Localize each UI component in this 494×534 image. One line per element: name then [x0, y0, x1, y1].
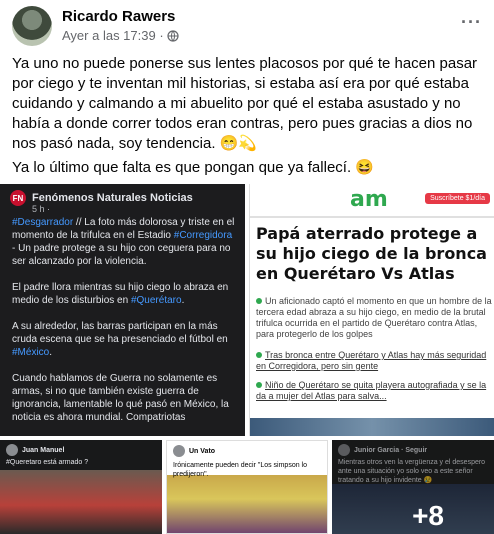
- body-text: .: [181, 295, 185, 306]
- bullet-text: Un aficionado captó el momento en que un…: [256, 296, 492, 339]
- subscribe-button: Suscríbete $1/día: [425, 193, 490, 204]
- bullet-link: Tras bronca entre Querétaro y Atlas hay …: [256, 350, 487, 371]
- page-post-body: #Desgarrador // La foto más dolorosa y t…: [12, 216, 238, 436]
- page-logo-icon: FN: [10, 190, 26, 206]
- thumb-name: Juan Manuel: [22, 446, 65, 454]
- post-paragraph: Ya uno no puede ponerse sus lentes placo…: [12, 55, 478, 152]
- bullet-link: Niño de Querétaro se quita playera autog…: [256, 380, 487, 401]
- thumb-name: Un Vato: [189, 447, 216, 455]
- news-photo-strip: [250, 418, 494, 436]
- body-paragraph: Cuando hablamos de Guerra no solamente e…: [12, 373, 229, 423]
- thumb-head: Juan Manuel: [6, 444, 64, 456]
- more-photos-count[interactable]: +8: [412, 500, 444, 532]
- thumb-avatar: [173, 445, 185, 457]
- thumbnail-2[interactable]: Un Vato Irónicamente pueden decir "Los s…: [166, 440, 328, 534]
- thumbnail-row: Juan Manuel #Queretaro está armado ? Un …: [0, 440, 494, 534]
- thumbnail-photo: [167, 475, 327, 533]
- shared-screenshot-right[interactable]: am Suscríbete $1/día Papá aterrado prote…: [249, 184, 494, 436]
- hashtag: #Corregidora: [173, 230, 233, 241]
- bullet-dot-icon: [256, 382, 262, 388]
- news-bullet: Tras bronca entre Querétaro y Atlas hay …: [256, 350, 494, 372]
- author-avatar[interactable]: [12, 6, 52, 46]
- body-paragraph: A su alrededor, las barras participan en…: [12, 320, 238, 359]
- thumb-avatar: [6, 444, 18, 456]
- post-text: Ya uno no puede ponerse sus lentes placo…: [12, 54, 484, 182]
- bullet-dot-icon: [256, 298, 262, 304]
- post-timestamp[interactable]: Ayer a las 17:39 ·: [62, 28, 164, 43]
- post-paragraph: Ya lo último que falta es que pongan que…: [12, 159, 374, 176]
- body-text: .: [49, 347, 53, 358]
- news-bullet: Niño de Querétaro se quita playera autog…: [256, 380, 494, 402]
- globe-icon: [167, 29, 179, 42]
- hashtag: #México: [12, 347, 50, 358]
- page-name: Fenómenos Naturales Noticias: [32, 192, 193, 204]
- body-paragraph: #Desgarrador // La foto más dolorosa y t…: [12, 216, 238, 268]
- body-text: A su alrededor, las barras participan en…: [12, 321, 228, 345]
- thumbnail-photo: [0, 470, 162, 534]
- hashtag: #Querétaro: [130, 295, 182, 306]
- news-bullet: Un aficionado captó el momento en que un…: [256, 296, 494, 340]
- body-text: - Un padre protege a su hijo con ceguera…: [12, 243, 231, 267]
- shared-screenshot-left[interactable]: FN Fenómenos Naturales Noticias 5 h · #D…: [0, 184, 245, 436]
- thumb-head: Un Vato: [173, 445, 215, 457]
- post-header: Ricardo Rawers Ayer a las 17:39 · ···: [12, 6, 482, 46]
- bullet-dot-icon: [256, 352, 262, 358]
- thumb-text: #Queretaro está armado ?: [6, 459, 89, 466]
- hashtag: #Desgarrador: [12, 217, 74, 228]
- thumbnail-3[interactable]: Junior Garcia · Seguir Mientras otros ve…: [332, 440, 494, 534]
- body-paragraph: El padre llora mientras su hijo ciego lo…: [12, 281, 238, 307]
- am-logo: am: [350, 187, 388, 212]
- post-meta: Ayer a las 17:39 ·: [62, 28, 179, 43]
- page-time: 5 h ·: [32, 204, 51, 214]
- more-options-icon[interactable]: ···: [461, 12, 482, 33]
- thumb-text: Irónicamente pueden decir "Los simpson l…: [173, 462, 308, 478]
- author-name[interactable]: Ricardo Rawers: [62, 8, 175, 25]
- news-header: am Suscríbete $1/día: [250, 184, 494, 218]
- body-text: El padre llora mientras su hijo ciego lo…: [12, 282, 229, 306]
- thumbnail-1[interactable]: Juan Manuel #Queretaro está armado ?: [0, 440, 162, 534]
- news-headline: Papá aterrado protege a su hijo ciego de…: [256, 224, 487, 283]
